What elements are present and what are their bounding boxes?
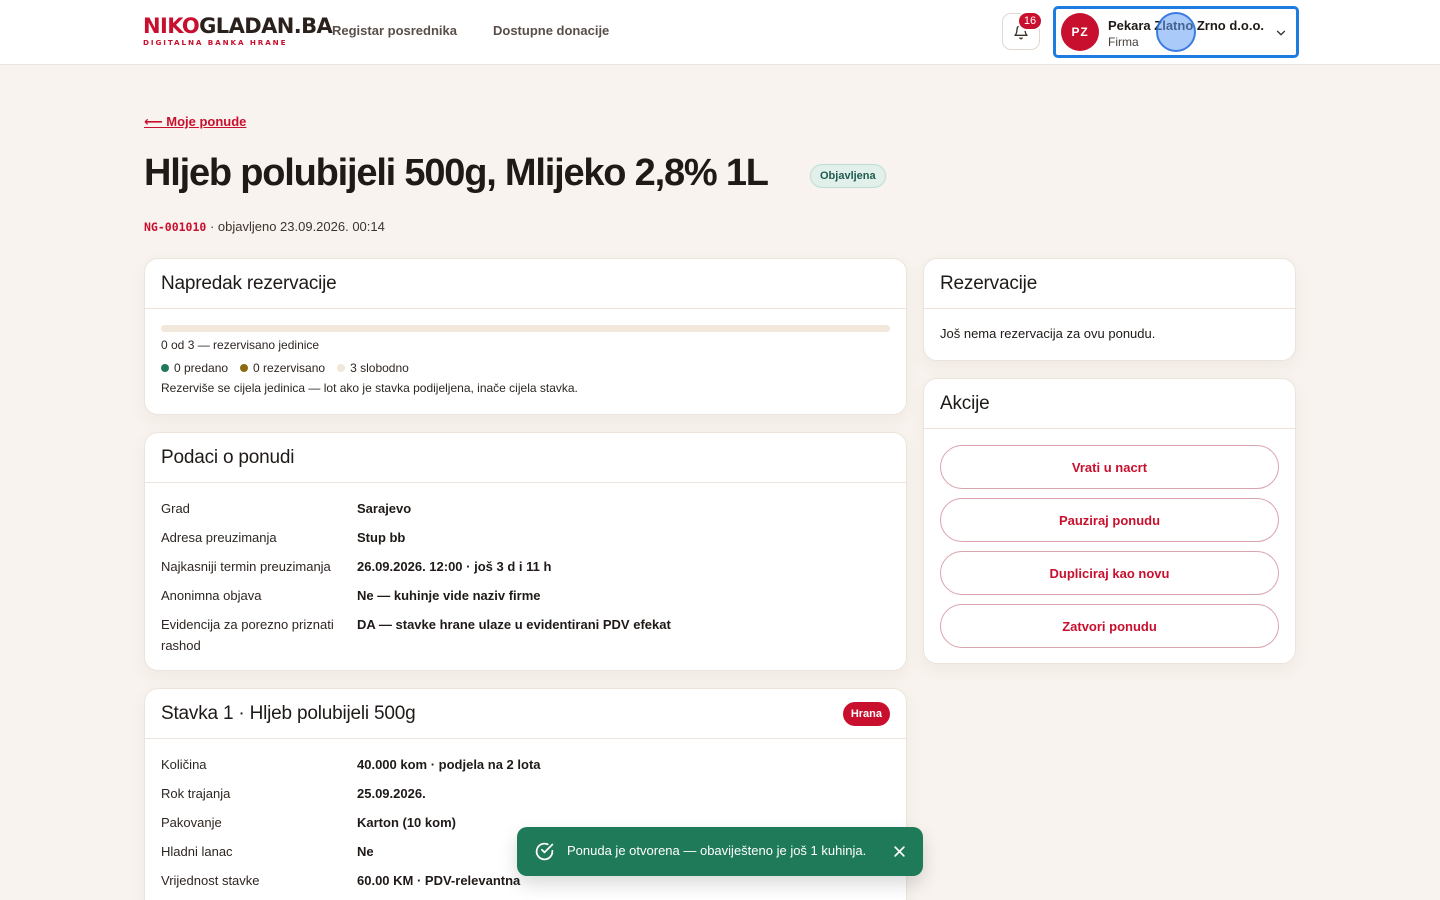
table-row: Anonimna objava Ne — kuhinje vide naziv f… xyxy=(161,588,541,603)
card-title: Rezervacije xyxy=(940,272,1038,294)
empty-state-text: Još nema rezervacija za ovu ponudu. xyxy=(940,326,1156,341)
card-header: Akcije xyxy=(924,379,1295,429)
actions-card: Akcije Vrati u nacrt Pauziraj ponudu Dup… xyxy=(923,378,1296,664)
progress-summary: 0 od 3 — rezervisano jedinice xyxy=(161,338,320,352)
card-header: Stavka 1 · Hljeb polubijeli 500g Hrana xyxy=(145,689,906,739)
revert-to-draft-button[interactable]: Vrati u nacrt xyxy=(940,445,1279,489)
offer-details-card: Podaci o ponudi Grad Sarajevo Adresa preu… xyxy=(144,432,907,671)
nav-link-registar-posrednika[interactable]: Registar posrednika xyxy=(332,23,457,38)
legend-dot xyxy=(161,364,169,372)
card-header: Podaci o ponudi xyxy=(145,433,906,483)
close-icon[interactable] xyxy=(892,844,907,859)
pause-offer-button[interactable]: Pauziraj ponudu xyxy=(940,498,1279,542)
card-header: Napredak rezervacije xyxy=(145,259,906,309)
offer-meta: NG-001010 · objavljeno 23.09.2026. 00:14 xyxy=(144,219,385,234)
pointer-indicator xyxy=(1156,12,1196,52)
legend-dot xyxy=(337,364,346,372)
legend-item-free: 3 slobodno xyxy=(337,361,409,375)
reservation-progress-card: Napredak rezervacije 0 od 3 — rezervisan… xyxy=(144,258,907,415)
reservation-progress-bar xyxy=(161,325,890,332)
category-badge: Hrana xyxy=(842,701,890,726)
duplicate-offer-button[interactable]: Dupliciraj kao novu xyxy=(940,551,1279,595)
logo-tagline: DIGITALNA BANKA HRANE xyxy=(143,38,288,47)
table-row: Adresa preuzimanja Stup bb xyxy=(161,530,406,545)
logo-wordmark: NIKOGLADAN.BA xyxy=(143,14,333,38)
table-row: Najkasniji termin preuzimanja 26.09.2026.… xyxy=(161,559,552,574)
card-header: Rezervacije xyxy=(924,259,1295,309)
progress-note: Rezerviše se cijela jedinica — lot ako j… xyxy=(161,381,578,395)
back-to-my-offers-link[interactable]: ⟵ Moje ponude xyxy=(144,114,246,130)
status-badge: Objavljena xyxy=(810,164,886,188)
published-timestamp: · objavljeno 23.09.2026. 00:14 xyxy=(209,219,385,234)
top-navigation-bar: NIKOGLADAN.BA DIGITALNA BANKA HRANE Regi… xyxy=(0,0,1440,65)
main-nav: Registar posrednika Dostupne donacije xyxy=(332,23,609,38)
page-title: Hljeb polubijeli 500g, Mlijeko 2,8% 1L xyxy=(144,152,769,194)
legend-dot xyxy=(240,364,249,372)
card-title: Podaci o ponudi xyxy=(161,446,295,468)
reservations-card: Rezervacije Još nema rezervacija za ovu … xyxy=(923,258,1296,361)
check-circle-icon xyxy=(535,842,554,861)
nav-link-dostupne-donacije[interactable]: Dostupne donacije xyxy=(493,23,609,38)
table-row: Količina 40.000 kom · podjela na 2 lota xyxy=(161,757,541,772)
close-offer-button[interactable]: Zatvori ponudu xyxy=(940,604,1279,648)
notification-count-badge: 16 xyxy=(1017,11,1043,31)
chevron-down-icon xyxy=(1276,30,1286,36)
toast-message: Ponuda je otvorena — obaviješteno je još… xyxy=(567,843,867,858)
table-row: Rok trajanja 25.09.2026. xyxy=(161,786,426,801)
card-title: Stavka 1 · Hljeb polubijeli 500g xyxy=(161,702,416,724)
avatar: PZ xyxy=(1061,13,1099,51)
brand-logo[interactable]: NIKOGLADAN.BA DIGITALNA BANKA HRANE xyxy=(143,14,333,47)
card-title: Napredak rezervacije xyxy=(161,272,337,294)
legend-item-delivered: 0 predano xyxy=(161,361,228,375)
account-role: Firma xyxy=(1108,35,1139,49)
legend-item-reserved: 0 rezervisano xyxy=(240,361,325,375)
progress-legend: 0 predano 0 rezervisano 3 slobodno xyxy=(161,361,890,375)
offer-details-table: Grad Sarajevo Adresa preuzimanja Stup bb N… xyxy=(161,498,890,664)
offer-code: NG-001010 xyxy=(144,220,207,234)
table-row: Evidencija za porezno priznati rashod DA … xyxy=(161,617,671,653)
table-row: Grad Sarajevo xyxy=(161,501,412,516)
success-toast: Ponuda je otvorena — obaviješteno je još… xyxy=(517,827,923,876)
card-title: Akcije xyxy=(940,392,990,414)
